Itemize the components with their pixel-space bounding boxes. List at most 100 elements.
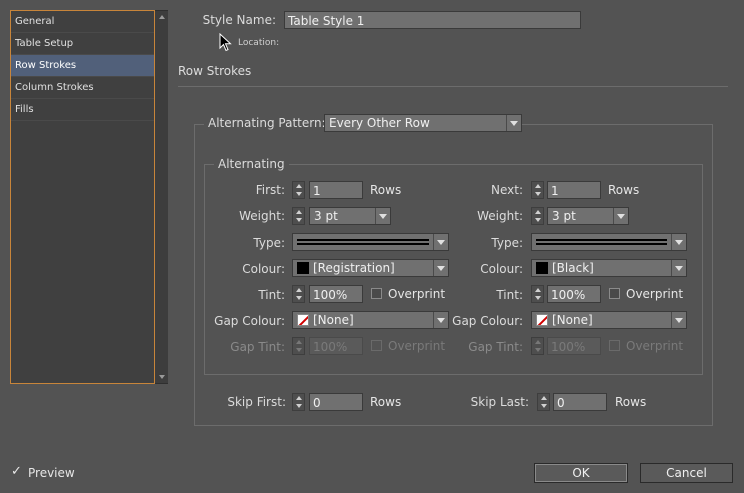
next-gap-tint-spinner	[531, 337, 544, 355]
spinner-down-icon[interactable]	[293, 190, 304, 198]
section-title: Row Strokes	[178, 64, 252, 78]
next-gap-tint-input: 100%	[547, 337, 601, 355]
next-weight-value: 3 pt	[552, 209, 576, 223]
skip-last-spinner[interactable]	[537, 393, 550, 411]
location-label: Location:	[238, 38, 280, 48]
spinner-up-icon[interactable]	[293, 208, 304, 216]
spinner-up-icon[interactable]	[293, 394, 304, 402]
first-colour-dropdown[interactable]: [Registration]	[292, 259, 449, 277]
first-rows-unit: Rows	[370, 183, 402, 197]
first-overprint-label: Overprint	[388, 287, 446, 301]
skip-first-label: Skip First:	[227, 395, 286, 409]
spinner-down-icon[interactable]	[532, 216, 543, 224]
next-gap-overprint-label: Overprint	[626, 339, 684, 353]
first-gap-overprint-label: Overprint	[388, 339, 446, 353]
first-weight-spinner[interactable]	[292, 207, 305, 225]
spinner-up-icon[interactable]	[532, 208, 543, 216]
next-rows-input[interactable]: 1	[547, 181, 601, 199]
next-gap-colour-value: [None]	[552, 313, 593, 327]
next-rows-unit: Rows	[608, 183, 640, 197]
first-tint-spinner[interactable]	[292, 285, 305, 303]
section-divider	[178, 86, 728, 87]
first-type-dropdown[interactable]	[292, 233, 449, 251]
dropdown-arrow-icon	[375, 208, 390, 224]
first-overprint-checkbox[interactable]	[371, 288, 382, 299]
spinner-up-icon[interactable]	[293, 286, 304, 294]
skip-first-unit: Rows	[370, 395, 402, 409]
category-item-general[interactable]: General	[11, 11, 154, 33]
alternating-group-title: Alternating	[214, 157, 289, 171]
next-tint-label: Tint:	[496, 288, 523, 302]
spinner-up-icon	[293, 338, 304, 346]
first-colour-label: Colour:	[242, 262, 285, 276]
next-weight-dropdown[interactable]: 3 pt	[547, 207, 629, 225]
scroll-up-arrow-icon[interactable]	[155, 11, 168, 23]
first-gap-colour-value: [None]	[313, 313, 354, 327]
next-spinner[interactable]	[531, 181, 544, 199]
next-gap-colour-label: Gap Colour:	[452, 314, 523, 328]
next-overprint-checkbox[interactable]	[609, 288, 620, 299]
mouse-cursor-icon	[219, 33, 232, 52]
preview-check-icon[interactable]: ✓	[11, 465, 22, 478]
alternating-pattern-label: Alternating Pattern:	[204, 116, 330, 130]
none-swatch-icon	[536, 314, 548, 326]
spinner-up-icon[interactable]	[532, 182, 543, 190]
first-label: First:	[255, 183, 285, 197]
next-colour-label: Colour:	[480, 262, 523, 276]
next-colour-dropdown[interactable]: [Black]	[531, 259, 687, 277]
dropdown-arrow-icon	[506, 115, 521, 131]
category-list: General Table Setup Row Strokes Column S…	[10, 10, 155, 384]
spinner-down-icon[interactable]	[293, 216, 304, 224]
none-swatch-icon	[297, 314, 309, 326]
spinner-up-icon[interactable]	[532, 286, 543, 294]
next-tint-spinner[interactable]	[531, 285, 544, 303]
spinner-down-icon[interactable]	[532, 190, 543, 198]
spinner-down-icon[interactable]	[293, 402, 304, 410]
first-gap-tint-label: Gap Tint:	[230, 340, 285, 354]
spinner-down-icon[interactable]	[293, 294, 304, 302]
first-spinner[interactable]	[292, 181, 305, 199]
first-weight-dropdown[interactable]: 3 pt	[309, 207, 391, 225]
alternating-pattern-value: Every Other Row	[329, 116, 430, 130]
category-scrollbar[interactable]	[155, 10, 168, 384]
spinner-down-icon[interactable]	[538, 402, 549, 410]
category-item-table-setup[interactable]: Table Setup	[11, 33, 154, 55]
spinner-down-icon	[293, 346, 304, 354]
registration-swatch-icon	[297, 262, 309, 274]
first-weight-value: 3 pt	[314, 209, 338, 223]
next-weight-spinner[interactable]	[531, 207, 544, 225]
cancel-button[interactable]: Cancel	[640, 463, 733, 483]
skip-last-input[interactable]: 0	[553, 393, 607, 411]
category-item-row-strokes[interactable]: Row Strokes	[11, 55, 154, 77]
first-rows-input[interactable]: 1	[309, 181, 363, 199]
first-colour-value: [Registration]	[313, 261, 395, 275]
spinner-up-icon	[532, 338, 543, 346]
category-item-column-strokes[interactable]: Column Strokes	[11, 77, 154, 99]
black-swatch-icon	[536, 262, 548, 274]
first-gap-colour-dropdown[interactable]: [None]	[292, 311, 449, 329]
first-tint-input[interactable]: 100%	[309, 285, 363, 303]
category-item-fills[interactable]: Fills	[11, 99, 154, 121]
spinner-up-icon[interactable]	[538, 394, 549, 402]
first-gap-tint-input: 100%	[309, 337, 363, 355]
spinner-up-icon[interactable]	[293, 182, 304, 190]
next-type-dropdown[interactable]	[531, 233, 687, 251]
alternating-pattern-dropdown[interactable]: Every Other Row	[324, 114, 522, 132]
spinner-down-icon[interactable]	[532, 294, 543, 302]
first-tint-label: Tint:	[258, 288, 285, 302]
dropdown-arrow-icon	[613, 208, 628, 224]
scroll-down-arrow-icon[interactable]	[155, 371, 168, 383]
style-name-label: Style Name:	[202, 13, 276, 27]
next-overprint-label: Overprint	[626, 287, 684, 301]
spinner-down-icon	[532, 346, 543, 354]
ok-button[interactable]: OK	[534, 463, 628, 483]
next-tint-input[interactable]: 100%	[547, 285, 601, 303]
next-gap-overprint-checkbox	[609, 340, 620, 351]
next-gap-colour-dropdown[interactable]: [None]	[531, 311, 687, 329]
skip-first-spinner[interactable]	[292, 393, 305, 411]
style-name-input[interactable]: Table Style 1	[284, 11, 581, 29]
skip-first-input[interactable]: 0	[309, 393, 363, 411]
first-weight-label: Weight:	[239, 209, 285, 223]
thick-thin-stroke-icon	[297, 239, 429, 245]
next-type-label: Type:	[491, 236, 523, 250]
